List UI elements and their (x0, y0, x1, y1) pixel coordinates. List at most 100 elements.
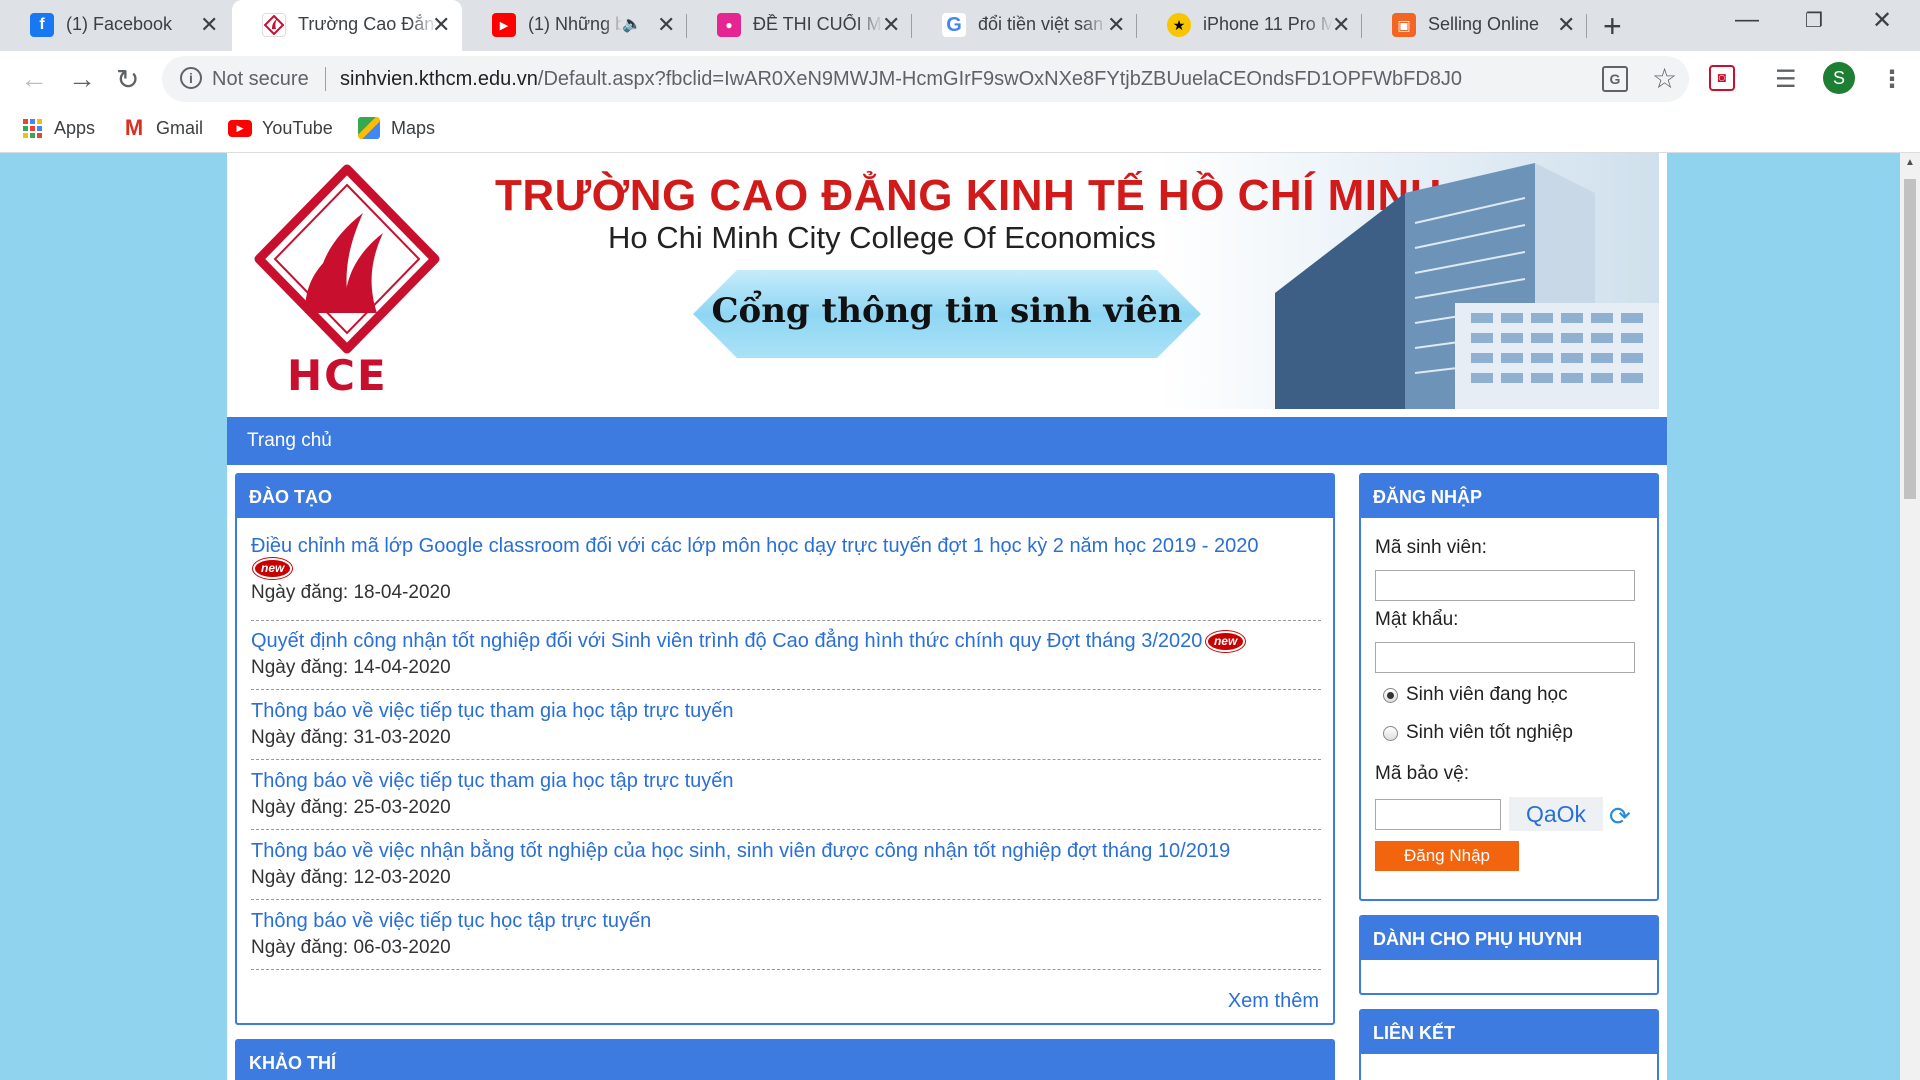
parents-panel: DÀNH CHO PHỤ HUYNH (1359, 915, 1659, 995)
google-icon: G (942, 13, 966, 37)
news-link[interactable]: Điều chỉnh mã lớp Google classroom đối v… (251, 532, 1321, 560)
close-window-icon[interactable]: ✕ (1872, 6, 1892, 35)
student-id-input[interactable] (1375, 570, 1635, 601)
see-more-link[interactable]: Xem thêm (1228, 990, 1319, 1013)
hce-logo-icon (262, 13, 286, 37)
close-tab-icon[interactable]: ✕ (200, 12, 218, 38)
radio-graduated-label: Sinh viên tốt nghiệp (1406, 722, 1573, 743)
news-link[interactable]: Thông báo về việc tiếp tục học tập trực … (251, 907, 1321, 935)
refresh-captcha-icon[interactable]: ⟳ (1609, 801, 1631, 832)
tab-title: Selling Online (1428, 14, 1540, 34)
tab-selling[interactable]: ▣ Selling Online ✕ (1362, 0, 1587, 51)
password-input[interactable] (1375, 642, 1635, 673)
news-link[interactable]: Quyết định công nhận tốt nghiệp đối với … (251, 627, 1321, 655)
bookmark-label: Apps (54, 117, 96, 138)
close-tab-icon[interactable]: ✕ (657, 12, 675, 38)
browser-toolbar: ← → ↻ i Not secure sinhvien.kthcm.edu.vn… (0, 51, 1920, 108)
translate-icon[interactable]: G (1602, 66, 1628, 92)
menu-kebab-icon[interactable]: ⋮ (1880, 65, 1904, 94)
nav-home-link[interactable]: Trang chủ (247, 430, 332, 452)
apps-grid-icon (20, 116, 44, 140)
scroll-up-icon[interactable]: ▲ (1905, 157, 1915, 168)
page-scrollbar[interactable]: ▲ (1900, 153, 1920, 1080)
address-bar[interactable]: i Not secure sinhvien.kthcm.edu.vn/Defau… (162, 56, 1689, 102)
captcha-input[interactable] (1375, 799, 1501, 830)
bookmark-youtube[interactable]: ▶ YouTube (228, 116, 333, 140)
tab-title: (1) Facebook (66, 14, 173, 34)
close-tab-icon[interactable]: ✕ (1332, 12, 1350, 38)
bookmarks-bar: Apps M Gmail ▶ YouTube Maps (0, 108, 1920, 153)
tab-title: ĐỀ THI CUỐI MÔ (753, 14, 883, 34)
news-item: Điều chỉnh mã lớp Google classroom đối v… (251, 532, 1321, 606)
news-date: Ngày đăng: 06-03-2020 (251, 937, 451, 958)
forward-icon[interactable]: → (68, 63, 96, 95)
tab-youtube[interactable]: ▶ (1) Những b 🔈 ✕ (462, 0, 687, 51)
links-heading: LIÊN KẾT (1361, 1011, 1657, 1054)
bookmark-apps[interactable]: Apps (20, 116, 95, 140)
classroom-icon: ● (717, 13, 741, 37)
exams-heading: KHẢO THÍ (237, 1041, 1333, 1080)
training-panel: ĐÀO TẠO Điều chỉnh mã lớp Google classro… (235, 473, 1335, 1025)
new-badge-icon: new (255, 560, 291, 578)
login-panel: ĐĂNG NHẬP Mã sinh viên: Mật khẩu: Sinh v… (1359, 473, 1659, 901)
minimize-icon[interactable]: — (1735, 6, 1759, 34)
news-link[interactable]: Thông báo về việc tiếp tục tham gia học … (251, 697, 1321, 725)
login-heading: ĐĂNG NHẬP (1361, 475, 1657, 518)
facebook-icon: f (30, 13, 54, 37)
tab-title: iPhone 11 Pro M (1203, 14, 1333, 34)
student-id-label: Mã sinh viên: (1375, 537, 1487, 558)
close-tab-icon[interactable]: ✕ (1557, 12, 1575, 38)
page-container: HCE TRƯỜNG CAO ĐẲNG KINH TẾ HỒ CHÍ MINH … (227, 153, 1667, 1080)
extension-icon[interactable]: ◙ (1709, 65, 1735, 91)
news-item: Quyết định công nhận tốt nghiệp đối với … (251, 627, 1321, 681)
bookmark-label: Gmail (156, 117, 204, 138)
not-secure-label[interactable]: Not secure (212, 68, 309, 91)
tab-exam[interactable]: ● ĐỀ THI CUỐI MÔ ✕ (687, 0, 912, 51)
tab-google[interactable]: G đổi tiền việt san ✕ (912, 0, 1137, 51)
close-tab-icon[interactable]: ✕ (882, 12, 900, 38)
url-text[interactable]: sinhvien.kthcm.edu.vn/Default.aspx?fbcli… (340, 68, 1462, 91)
password-label: Mật khẩu: (1375, 609, 1459, 630)
tab-facebook[interactable]: f (1) Facebook ✕ (0, 0, 230, 51)
building-illustration (1275, 163, 1659, 409)
close-tab-icon[interactable]: ✕ (432, 12, 450, 38)
bookmark-label: YouTube (262, 117, 333, 138)
back-icon[interactable]: ← (20, 63, 48, 95)
info-icon[interactable]: i (180, 67, 202, 89)
bookmark-gmail[interactable]: M Gmail (122, 115, 204, 140)
news-date: Ngày đăng: 18-04-2020 (251, 582, 451, 603)
news-item: Thông báo về việc tiếp tục tham gia học … (251, 697, 1321, 751)
restore-icon[interactable]: ❐ (1805, 8, 1823, 33)
tab-title: Trường Cao Đẳn (298, 14, 435, 34)
news-date: Ngày đăng: 25-03-2020 (251, 797, 451, 818)
gmail-icon: M (124, 115, 144, 140)
radio-graduated-student[interactable]: Sinh viên tốt nghiệp (1383, 722, 1573, 744)
radio-unselected-icon (1383, 725, 1398, 741)
login-button[interactable]: Đăng Nhập (1375, 841, 1519, 871)
news-link[interactable]: Thông báo về việc tiếp tục tham gia học … (251, 767, 1321, 795)
reload-icon[interactable]: ↻ (116, 63, 139, 96)
logo-text: HCE (287, 351, 388, 400)
avatar[interactable]: S (1823, 62, 1855, 94)
bookmark-maps[interactable]: Maps (357, 116, 435, 140)
runner-icon: ★ (1167, 13, 1191, 37)
scrollbar-thumb[interactable] (1904, 179, 1916, 499)
media-control-icon[interactable]: ☰ (1775, 65, 1797, 94)
youtube-icon: ▶ (492, 13, 516, 37)
news-date: Ngày đăng: 31-03-2020 (251, 727, 451, 748)
new-tab-button[interactable]: + (1603, 8, 1622, 45)
news-link[interactable]: Thông báo về việc nhận bằng tốt nghiệp c… (251, 837, 1321, 865)
news-date: Ngày đăng: 12-03-2020 (251, 867, 451, 888)
radio-current-student[interactable]: Sinh viên đang học (1383, 684, 1568, 706)
training-heading: ĐÀO TẠO (237, 475, 1333, 518)
news-date: Ngày đăng: 14-04-2020 (251, 657, 451, 678)
speaker-icon[interactable]: 🔈 (622, 14, 642, 34)
tab-hce[interactable]: Trường Cao Đẳn ✕ (232, 0, 462, 51)
star-icon[interactable]: ☆ (1652, 62, 1677, 95)
site-banner: HCE TRƯỜNG CAO ĐẲNG KINH TẾ HỒ CHÍ MINH … (235, 153, 1659, 409)
url-path: /Default.aspx?fbclid=IwAR0XeN9MWJM-HcmGI… (537, 68, 1463, 90)
tab-title: (1) Những b (528, 14, 623, 34)
tab-iphone[interactable]: ★ iPhone 11 Pro M ✕ (1137, 0, 1362, 51)
close-tab-icon[interactable]: ✕ (1107, 12, 1125, 38)
tab-title: đổi tiền việt san (978, 14, 1104, 34)
